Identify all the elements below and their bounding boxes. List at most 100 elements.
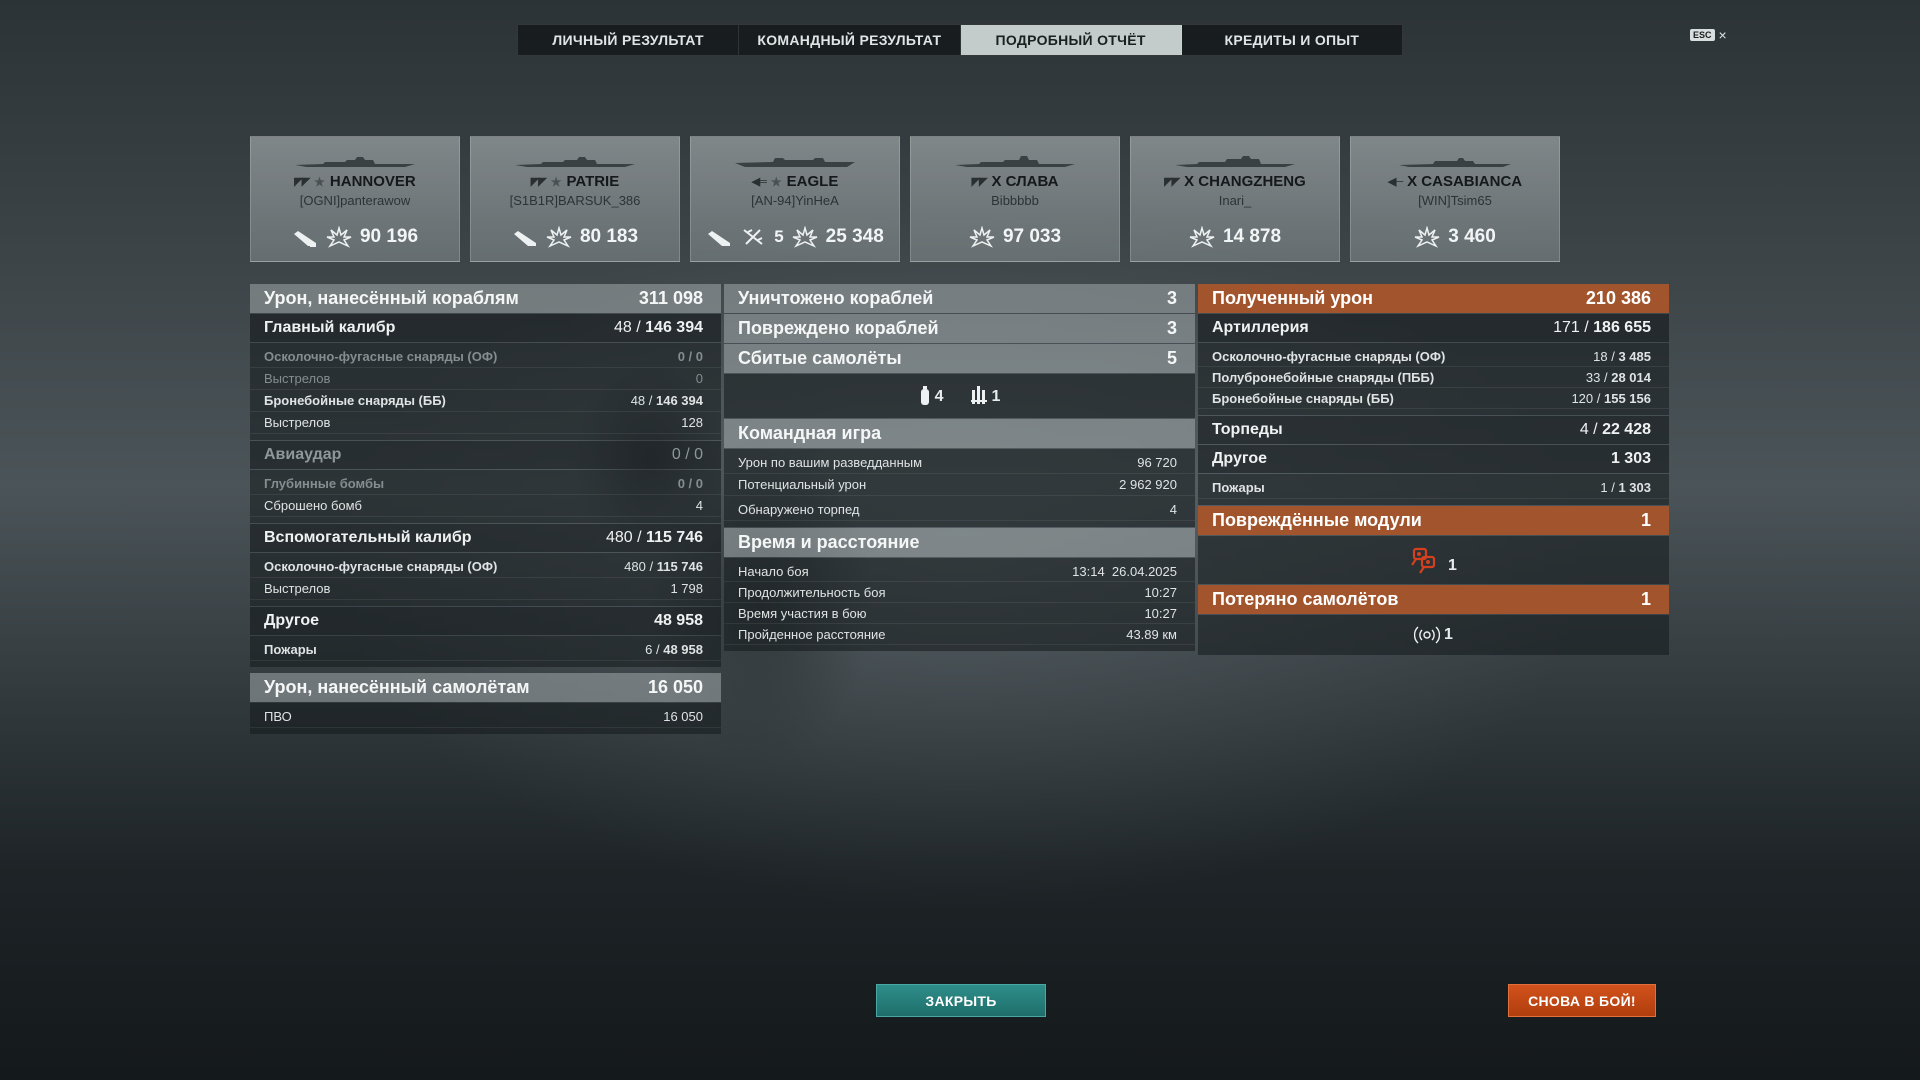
player-name: Inari_: [1218, 193, 1252, 208]
stat-row: Полубронебойные снаряды (ПББ) 33 / 28 014: [1198, 367, 1669, 388]
stat-row: Бронебойные снаряды (ББ) 120 / 155 156: [1198, 388, 1669, 409]
planes-destroyed-value: 5: [774, 227, 784, 246]
stat-row: Сброшено бомб 4: [250, 495, 721, 517]
ship-stats: 80 183: [471, 226, 679, 248]
stat-row: Глубинные бомбы 0 / 0: [250, 473, 721, 495]
ship-kill-icon: [293, 231, 316, 247]
stat-row: ПВО 16 050: [250, 706, 721, 728]
ship-name: ◤◤ ★ HANNOVER: [294, 173, 416, 190]
damage-icon: [792, 226, 817, 248]
stat-row: Пройденное расстояние 43.89 км: [724, 624, 1195, 645]
ship-card[interactable]: ◤◤ X СЛАВА Bibbbbb 97 033: [910, 136, 1120, 262]
secondary-battery-header: Вспомогательный калибр 480 / 115 746: [250, 524, 721, 552]
artillery-details: Осколочно-фугасные снаряды (ОФ) 18 / 3 48…: [1198, 343, 1669, 415]
ship-card[interactable]: ◤◤ ★ PATRIE [S1B1R]BARSUK_386 80 183: [470, 136, 680, 262]
player-name: [WIN]Tsim65: [1418, 193, 1492, 208]
cruiser-icon: ◀═: [751, 176, 767, 188]
fighter-count: 4: [934, 388, 944, 405]
other-damage-details: Пожары 6 / 48 958: [250, 636, 721, 667]
ship-silhouette-icon: [955, 156, 1075, 167]
team-play-details: Урон по вашим разведданным 96 720 Потенци…: [724, 449, 1195, 527]
damage-icon: [969, 226, 995, 248]
planes-lost-header: Потеряно самолётов 1: [1198, 585, 1669, 614]
planes-shot-breakdown: 4 1: [724, 374, 1195, 418]
ship-silhouette-icon: [1175, 156, 1295, 167]
stat-row: Потенциальный урон 2 962 920: [724, 474, 1195, 496]
stat-row: Выстрелов 128: [250, 412, 721, 434]
ship-stats: 5 25 348: [691, 226, 899, 248]
ship-silhouette-icon: [735, 158, 855, 167]
star-icon: ★: [314, 174, 325, 189]
ship-stats: 97 033: [911, 226, 1119, 248]
damage-value: 14 878: [1222, 226, 1282, 247]
team-play-header: Командная игра: [724, 419, 1195, 448]
ship-kill-icon: [513, 231, 536, 246]
ship-damage-header: Урон, нанесённый кораблям 311 098: [250, 284, 721, 313]
air-strike-details: Глубинные бомбы 0 / 0 Сброшено бомб 4: [250, 470, 721, 523]
ship-name: ◤◤ ★ PATRIE: [530, 173, 620, 190]
damage-value: 90 196: [359, 226, 419, 247]
ship-card[interactable]: ◤◤ ★ HANNOVER [OGNI]panterawow 90 196: [250, 136, 460, 262]
result-tabs: ЛИЧНЫЙ РЕЗУЛЬТАТ КОМАНДНЫЙ РЕЗУЛЬТАТ ПОД…: [517, 24, 1403, 56]
stat-row: Пожары 6 / 48 958: [250, 639, 721, 661]
squadron-count: 1: [991, 388, 1001, 405]
close-button[interactable]: ЗАКРЫТЬ: [876, 984, 1046, 1017]
damage-icon: [326, 226, 352, 248]
planes-lost-icons: 1: [1198, 615, 1669, 655]
main-battery-header: Главный калибр 48 / 146 394: [250, 314, 721, 342]
secondary-battery-details: Осколочно-фугасные снаряды (ОФ) 480 / 115…: [250, 553, 721, 606]
ship-stats: 90 196: [251, 226, 459, 248]
ship-name: ◤◤ X CHANGZHENG: [1164, 173, 1306, 190]
battleship-icon: ◤◤: [1164, 176, 1180, 188]
module-count: 1: [1448, 557, 1457, 574]
tab-detailed-report[interactable]: ПОДРОБНЫЙ ОТЧЁТ: [960, 25, 1182, 55]
stat-row: Бронебойные снаряды (ББ) 48 / 146 394: [250, 390, 721, 412]
tab-personal-result[interactable]: ЛИЧНЫЙ РЕЗУЛЬТАТ: [518, 25, 740, 55]
esc-key-label: ESC: [1690, 29, 1715, 41]
tab-team-result[interactable]: КОМАНДНЫЙ РЕЗУЛЬТАТ: [739, 25, 961, 55]
battleship-icon: ◤◤: [294, 176, 310, 188]
ship-name: ◀─ X CASABIANCA: [1387, 173, 1523, 190]
fighter-plane-icon: [920, 386, 929, 405]
stat-row: Начало боя 13:14 26.04.2025: [724, 561, 1195, 582]
received-damage-header: Полученный урон 210 386: [1198, 284, 1669, 313]
stat-row: Осколочно-фугасные снаряды (ОФ) 0 / 0: [250, 346, 721, 368]
damage-value: 3 460: [1448, 226, 1496, 247]
damaged-modules-header: Повреждённые модули 1: [1198, 506, 1669, 535]
damage-value: 25 348: [825, 226, 884, 247]
close-esc-button[interactable]: ESC ×: [1690, 27, 1727, 43]
other-received-details: Пожары 1 / 1 303: [1198, 474, 1669, 505]
star-icon: ★: [550, 174, 562, 189]
player-name: [S1B1R]BARSUK_386: [509, 193, 641, 208]
tab-credits-xp[interactable]: КРЕДИТЫ И ОПЫТ: [1182, 25, 1402, 55]
destroyer-icon: ◀─: [1387, 176, 1403, 188]
damage-dealt-panel: Урон, нанесённый кораблям 311 098 Главный…: [250, 284, 721, 735]
ship-card[interactable]: ◤◤ X CHANGZHENG Inari_ 14 878: [1130, 136, 1340, 262]
stat-row: Урон по вашим разведданным 96 720: [724, 452, 1195, 474]
plane-kill-icon: [743, 229, 763, 245]
plane-squadron-icon: [970, 386, 987, 404]
stat-row: Осколочно-фугасные снаряды (ОФ) 480 / 115…: [250, 556, 721, 578]
ship-silhouette-icon: [295, 157, 415, 167]
battle-again-button[interactable]: СНОВА В БОЙ!: [1508, 984, 1656, 1017]
player-name: Bibbbbb: [991, 193, 1039, 208]
air-strike-header: Авиаудар 0 / 0: [250, 441, 721, 469]
ship-card[interactable]: ◀═ ★ EAGLE [AN-94]YinHeA 5 25 348: [690, 136, 900, 262]
main-battery-details: Осколочно-фугасные снаряды (ОФ) 0 / 0 Выс…: [250, 343, 721, 440]
stat-row: Выстрелов 1 798: [250, 578, 721, 600]
stat-row: Пожары 1 / 1 303: [1198, 477, 1669, 499]
plane-damage-header: Урон, нанесённый самолётам 16 050: [250, 673, 721, 702]
achievements-panel: Уничтожено кораблей 3 Повреждено кораблей…: [724, 284, 1195, 652]
other-damage-header: Другое 48 958: [250, 607, 721, 635]
player-name: [AN-94]YinHeA: [751, 193, 839, 208]
time-distance-details: Начало боя 13:14 26.04.2025 Продолжительн…: [724, 558, 1195, 651]
damage-icon: [546, 226, 572, 248]
stat-row: Обнаружено торпед 4: [724, 499, 1195, 521]
battleship-icon: ◤◤: [530, 176, 547, 188]
stat-row: Выстрелов 0: [250, 368, 721, 390]
ship-silhouette-icon: [515, 157, 635, 167]
planes-lost-count: 1: [1444, 626, 1453, 643]
artillery-header: Артиллерия 171 / 186 655: [1198, 314, 1669, 342]
stat-row: Время участия в бою 10:27: [724, 603, 1195, 624]
ship-card[interactable]: ◀─ X CASABIANCA [WIN]Tsim65 3 460: [1350, 136, 1560, 262]
